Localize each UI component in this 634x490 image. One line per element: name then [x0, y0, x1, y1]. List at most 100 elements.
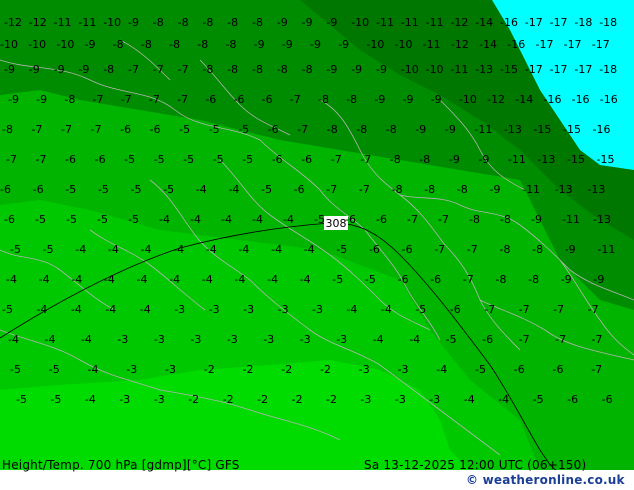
temperature-label: -9	[29, 63, 40, 76]
temperature-label: -8	[356, 123, 367, 136]
temperature-label: -3	[359, 363, 370, 376]
temperature-label: -9	[415, 123, 426, 136]
temperature-label: -4	[409, 333, 420, 346]
temperature-label: -18	[599, 63, 617, 76]
temperature-label: -8	[386, 123, 397, 136]
temperature-label: -8	[103, 63, 114, 76]
temperature-label: -2	[223, 393, 234, 406]
temperature-label: -4	[140, 303, 151, 316]
temperature-label: -7	[36, 153, 47, 166]
temperature-label: -10	[426, 63, 444, 76]
temperature-label: -10	[28, 38, 46, 51]
temperature-label: -13	[587, 183, 605, 196]
temperature-label: -5	[98, 183, 109, 196]
temperature-label: -4	[300, 273, 311, 286]
temperature-label: -9	[449, 153, 460, 166]
temperature-label: -4	[190, 213, 201, 226]
temperature-label: -9	[326, 63, 337, 76]
temperature-label: -12	[450, 16, 468, 29]
temperature-label: -5	[128, 213, 139, 226]
temperature-label: -13	[504, 123, 522, 136]
temperature-label: -7	[592, 333, 603, 346]
temperature-label: -5	[183, 153, 194, 166]
temperature-label: -8	[496, 273, 507, 286]
temperature-label: -6	[0, 183, 11, 196]
temperature-label: -3	[429, 393, 440, 406]
temperature-label: -16	[507, 38, 525, 51]
temperature-label: -9	[478, 153, 489, 166]
temperature-label: -11	[426, 16, 444, 29]
temperature-label: -11	[562, 213, 580, 226]
temperature-label: -5	[97, 213, 108, 226]
temperature-label: -9	[54, 63, 65, 76]
temperature-label: -4	[8, 333, 19, 346]
temperature-label: -3	[174, 303, 185, 316]
temperature-label: -8	[419, 153, 430, 166]
temperature-label: -4	[85, 393, 96, 406]
temperature-label: -4	[81, 333, 92, 346]
temperature-label: -18	[574, 16, 592, 29]
temperature-label: -8	[64, 93, 75, 106]
temperature-label: -11	[522, 183, 540, 196]
temperature-label: -4	[202, 273, 213, 286]
temperature-label: -3	[263, 333, 274, 346]
temperature-label: -5	[238, 123, 249, 136]
temperature-label: -5	[261, 183, 272, 196]
temperature-label: -3	[190, 333, 201, 346]
temperature-label: -7	[438, 213, 449, 226]
temperature-label: -2	[281, 363, 292, 376]
temperature-label: -8	[2, 123, 13, 136]
temperature-label: -4	[238, 243, 249, 256]
temperature-label: -13	[593, 213, 611, 226]
temperature-label: -9	[85, 38, 96, 51]
temperature-label: -7	[153, 63, 164, 76]
temperature-label: -5	[131, 183, 142, 196]
temperature-label: -8	[469, 213, 480, 226]
temperature-label: -3	[209, 303, 220, 316]
temperature-label: -3	[117, 333, 128, 346]
temperature-label: -11	[401, 16, 419, 29]
temperature-label: -7	[588, 303, 599, 316]
temperature-label: -3	[336, 333, 347, 346]
temperature-label: -3	[360, 393, 371, 406]
temperature-label: -8	[302, 63, 313, 76]
temperature-label: -8	[227, 63, 238, 76]
temperature-label: -15	[563, 123, 581, 136]
temperature-label: -5	[124, 153, 135, 166]
temperature-label: -7	[555, 333, 566, 346]
temperature-label: -3	[300, 333, 311, 346]
temperature-label: -8	[327, 123, 338, 136]
temperature-label: -6	[402, 243, 413, 256]
temperature-label: -9	[4, 63, 15, 76]
temperature-label: -13	[555, 183, 573, 196]
temperature-label: -9	[376, 63, 387, 76]
temperature-label: -4	[105, 303, 116, 316]
temperature-label: -7	[359, 183, 370, 196]
temperature-label: -5	[50, 393, 61, 406]
temperature-label: -7	[91, 123, 102, 136]
credit-link[interactable]: © weatheronline.co.uk	[466, 473, 625, 487]
temperature-label: -8	[197, 38, 208, 51]
temperature-label: -4	[75, 243, 86, 256]
temperature-label: -9	[36, 93, 47, 106]
temperature-label: -5	[10, 363, 21, 376]
temperature-label: -2	[292, 393, 303, 406]
temperature-label: -4	[36, 303, 47, 316]
temperature-label: -17	[550, 63, 568, 76]
temperature-label: -10	[0, 38, 18, 51]
temperature-label: -8	[226, 38, 237, 51]
temperature-label: -7	[177, 93, 188, 106]
temperature-label: -5	[415, 303, 426, 316]
temperature-label: -8	[227, 16, 238, 29]
temperature-label: -7	[434, 243, 445, 256]
temperature-label: -4	[271, 243, 282, 256]
temperature-label: -6	[272, 153, 283, 166]
temperature-label: -13	[537, 153, 555, 166]
temperature-label: -7	[326, 183, 337, 196]
temperature-label: -4	[71, 303, 82, 316]
temperature-label: -12	[487, 93, 505, 106]
temperature-label: -9	[351, 63, 362, 76]
map-canvas: 308 -12 -12 -11 -11 -10 -9 -8 -8 -8 -8 -8 -9 -9 -9 -10…	[0, 0, 634, 470]
temperature-label: -5	[49, 363, 60, 376]
temperature-label: -5	[533, 393, 544, 406]
